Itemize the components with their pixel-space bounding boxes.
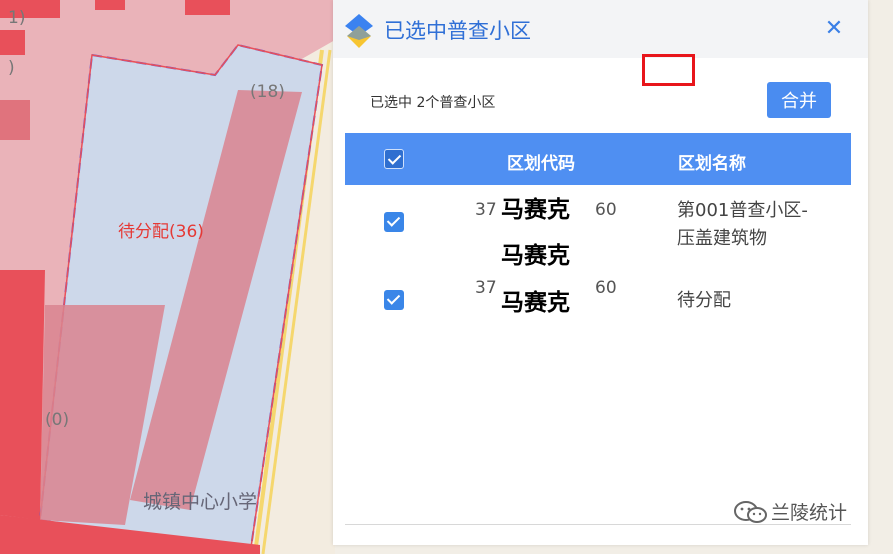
row-checkbox[interactable] bbox=[384, 290, 404, 310]
row-name: 待分配 bbox=[677, 290, 731, 311]
code-mosaic-overlay: 马赛克 bbox=[499, 236, 572, 270]
row-name: 第001普查小区- bbox=[677, 200, 808, 221]
map-building bbox=[95, 0, 125, 10]
panel-title: 已选中普查小区 bbox=[384, 19, 531, 43]
map-building bbox=[0, 30, 25, 55]
selected-count-label: 已选中 2个普查小区 bbox=[370, 95, 496, 111]
highlight-box bbox=[642, 54, 695, 86]
map-label-1: 1) bbox=[8, 8, 26, 28]
row-checkbox[interactable] bbox=[384, 212, 404, 232]
map-label-18: (18) bbox=[250, 82, 285, 102]
select-all-checkbox[interactable] bbox=[384, 149, 404, 169]
map-label-2: ) bbox=[8, 58, 15, 78]
wechat-icon bbox=[734, 501, 767, 523]
close-icon[interactable]: ✕ bbox=[823, 18, 845, 40]
watermark-text: 兰陵统计 bbox=[771, 502, 848, 524]
panel-header: 已选中普查小区 ✕ bbox=[333, 0, 868, 58]
map-building bbox=[0, 100, 30, 140]
row-code-mosaic: 马赛克 bbox=[499, 190, 572, 224]
map-building bbox=[185, 0, 230, 15]
row-code-prefix: 37 bbox=[475, 200, 497, 220]
map-red-zone bbox=[0, 270, 45, 520]
map-label-pending: 待分配(36) bbox=[118, 222, 204, 242]
selected-districts-panel: 已选中普查小区 ✕ 已选中 2个普查小区 合并 区划代码 区划名称 37 马赛克… bbox=[333, 0, 868, 545]
row-code-suffix: 60 bbox=[595, 200, 617, 220]
merge-button[interactable]: 合并 bbox=[767, 82, 831, 118]
app-logo-icon bbox=[345, 14, 373, 48]
column-header-name[interactable]: 区划名称 bbox=[678, 149, 746, 174]
map-building bbox=[110, 540, 140, 554]
map-label-0: (0) bbox=[45, 410, 70, 430]
row-code-mosaic: 马赛克 bbox=[499, 283, 572, 317]
map-label-school: 城镇中心小学 bbox=[143, 491, 258, 513]
column-header-code[interactable]: 区划代码 bbox=[507, 149, 575, 174]
table-header: 区划代码 区划名称 bbox=[345, 133, 851, 185]
row-code-prefix: 37 bbox=[475, 278, 497, 298]
row-name-line2: 压盖建筑物 bbox=[677, 228, 767, 249]
row-code-suffix: 60 bbox=[595, 278, 617, 298]
